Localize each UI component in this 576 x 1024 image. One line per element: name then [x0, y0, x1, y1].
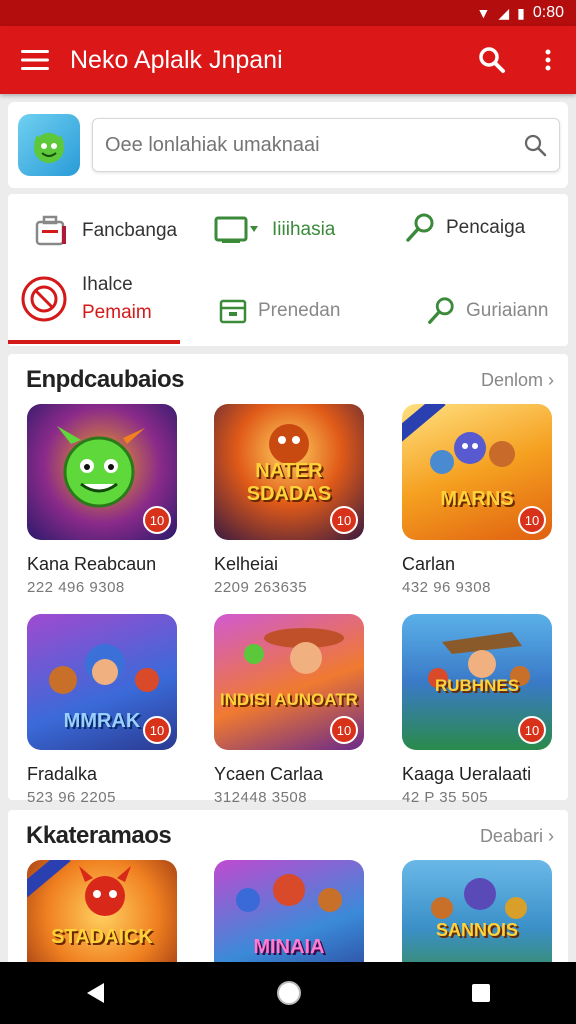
category-item-1[interactable]: Fancbanga [34, 212, 177, 250]
section-title: Kkateramaos [26, 822, 172, 849]
category-item-2[interactable]: Iiiihasia [214, 212, 335, 248]
game-card[interactable]: INDISI AUNOATR 10 Ycaen Carlaa 312448 35… [214, 614, 364, 806]
game-card[interactable]: STADAICK [27, 860, 177, 962]
game-thumbnail: 10 [27, 404, 177, 540]
game-title: Kelheiai [214, 554, 279, 574]
rating-badge: 10 [143, 716, 171, 744]
hamburger-icon [21, 50, 49, 70]
rating-badge: 10 [518, 506, 546, 534]
game-meta: 2209 263635 [214, 579, 308, 596]
game-card[interactable]: NATER SDADAS 10 Kelheiai 2209 263635 [214, 404, 364, 596]
app-title: Neko Aplalk Jnpani [70, 45, 283, 74]
status-time: 0:80 [532, 4, 564, 21]
tab-label: Guriaiann [466, 300, 549, 321]
game-title: Fradalka [27, 764, 98, 784]
section-secondary: Kkateramaos Deabari › STADAICK MINAIA SA… [8, 810, 568, 962]
monster-logo-icon [34, 133, 64, 163]
search-icon[interactable] [523, 133, 547, 157]
tab-active-title: Ihalce [82, 274, 133, 295]
more-vert-icon [545, 49, 551, 71]
category-label: Iiiihasia [272, 219, 336, 240]
section-featured: Enpdcaubaios Denlom › 10 Kana Reabcaun 2… [8, 354, 568, 806]
see-more-label: Denlom [480, 370, 543, 390]
category-item-3[interactable]: Pencaiga [404, 212, 525, 244]
tab-2[interactable]: Prenedan [218, 296, 340, 326]
game-meta: 432 96 9308 [402, 579, 491, 596]
game-card[interactable]: RUBHNES 10 Kaaga Ueralaati 42 P 35 505 [402, 614, 552, 806]
tab-label: Prenedan [258, 300, 341, 321]
game-card[interactable]: MARNS 10 Carlan 432 96 9308 [402, 404, 552, 596]
see-more-link[interactable]: Deabari › [480, 826, 554, 847]
no-entry-icon [21, 276, 67, 322]
game-meta: 42 P 35 505 [402, 789, 489, 806]
rating-badge: 10 [330, 506, 358, 534]
game-logo-text: MINAIA [253, 936, 325, 958]
see-more-link[interactable]: Denlom › [481, 370, 554, 391]
game-thumbnail: INDISI AUNOATR 10 [214, 614, 364, 750]
game-thumbnail: NATER SDADAS 10 [214, 404, 364, 540]
monitor-icon [214, 216, 258, 243]
game-thumbnail: SANNOIS [402, 860, 552, 962]
game-meta: 222 496 9308 [27, 579, 125, 596]
wifi-icon: ▼ [476, 5, 491, 21]
game-logo-text: RUBHNES [434, 676, 520, 695]
menu-button[interactable] [0, 26, 70, 94]
knights-icon [431, 878, 527, 919]
game-thumbnail: MARNS 10 [402, 404, 552, 540]
game-meta: 312448 3508 [214, 789, 308, 806]
back-icon[interactable] [84, 981, 108, 1005]
game-thumbnail: MINAIA [214, 860, 364, 962]
game-thumbnail: STADAICK [27, 860, 177, 962]
game-title: Ycaen Carlaa [214, 764, 324, 784]
game-card[interactable]: MMRAK 10 Fradalka 523 96 2205 [27, 614, 177, 806]
search-button[interactable] [464, 26, 520, 94]
tab-active-label: Pemaim [82, 302, 152, 323]
search-input[interactable] [105, 133, 523, 157]
battery-icon: ▮ [517, 4, 525, 21]
tab-indicator [8, 340, 180, 344]
game-logo-text: INDISI AUNOATR [220, 690, 358, 709]
game-meta: 523 96 2205 [27, 789, 116, 806]
game-card[interactable]: SANNOIS [402, 860, 552, 962]
game-card[interactable]: 10 Kana Reabcaun 222 496 9308 [27, 404, 177, 596]
see-more-label: Deabari [479, 826, 543, 846]
signal-icon: ◢ [498, 4, 510, 21]
rating-badge: 10 [330, 716, 358, 744]
game-card[interactable]: MINAIA [214, 860, 364, 962]
game-thumbnail: RUBHNES 10 [402, 614, 552, 750]
app-logo [18, 114, 80, 176]
app-bar: Neko Aplalk Jnpani [0, 26, 576, 94]
search-field[interactable] [92, 118, 560, 172]
overflow-menu-button[interactable] [520, 26, 576, 94]
game-title: Kaaga Ueralaati [402, 764, 532, 784]
storefront-icon [219, 299, 247, 324]
briefcase-icon [35, 215, 66, 246]
search-icon [479, 47, 505, 73]
home-icon[interactable] [275, 979, 303, 1007]
chevron-right-icon: › [548, 370, 554, 390]
game-title: Carlan [402, 554, 456, 574]
category-panel: Fancbanga Iiiihasia Pencaiga Ihalce Pema… [8, 194, 568, 346]
category-label: Fancbanga [82, 220, 178, 241]
rating-badge: 10 [518, 716, 546, 744]
status-bar: ▼ ◢ ▮ 0:80 [0, 0, 576, 26]
game-logo-text: STADAICK [51, 926, 153, 948]
key-icon [428, 297, 454, 324]
game-thumbnail: MMRAK 10 [27, 614, 177, 750]
tab-3[interactable]: Guriaiann [426, 296, 548, 326]
key-icon [406, 213, 434, 242]
search-row [8, 102, 568, 188]
system-nav-bar [0, 962, 576, 1024]
rating-badge: 10 [143, 506, 171, 534]
game-logo-text: NATER SDADAS [246, 460, 332, 505]
category-label: Pencaiga [446, 217, 526, 238]
game-logo-text: SANNOIS [435, 920, 518, 940]
section-title: Enpdcaubaios [26, 366, 185, 393]
game-title: Kana Reabcaun [27, 554, 157, 574]
recents-icon[interactable] [470, 982, 492, 1004]
chevron-right-icon: › [548, 826, 554, 846]
tab-active[interactable]: Ihalce Pemaim [20, 274, 152, 324]
